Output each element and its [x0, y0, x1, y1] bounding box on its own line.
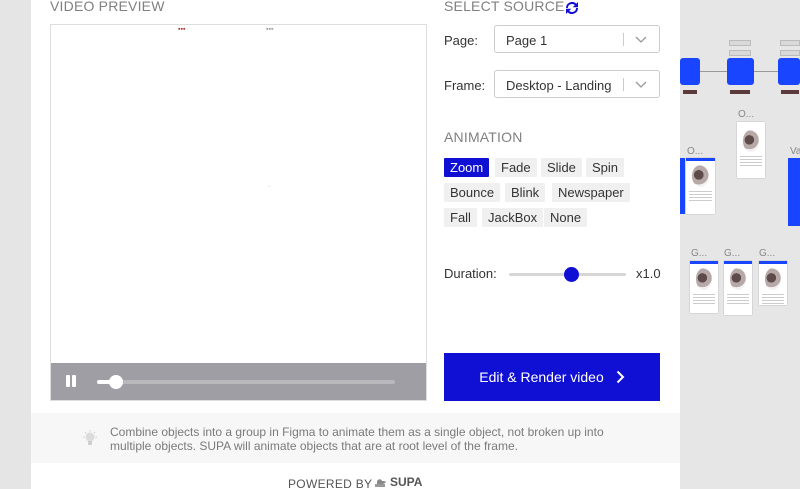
canvas-node-label	[683, 90, 697, 94]
frame-select-value: Desktop - Landing	[506, 78, 612, 93]
video-preview: ▪▪▪ ▪▪▪ ·	[50, 24, 427, 401]
canvas-chip	[729, 50, 751, 56]
canvas-chip	[780, 40, 800, 46]
frame-label: Frame:	[444, 78, 486, 93]
animation-option-slide[interactable]: Slide	[541, 158, 582, 177]
animation-option-zoom[interactable]: Zoom	[444, 158, 490, 177]
duration-label: Duration:	[444, 266, 497, 281]
preview-content-fragment: ▪▪▪	[178, 26, 186, 33]
figma-canvas-right: O... O... Va G... G... G...	[680, 0, 800, 489]
chevron-right-icon	[616, 370, 625, 384]
canvas-frame-thumb[interactable]	[737, 122, 765, 178]
canvas-connector	[754, 71, 778, 72]
canvas-node	[778, 58, 800, 85]
animation-title: ANIMATION	[444, 129, 523, 145]
canvas-frame-label: G...	[691, 248, 708, 259]
supa-brand: SUPA	[390, 475, 423, 489]
canvas-chip	[780, 50, 800, 56]
canvas-frame-label: Va	[790, 146, 800, 157]
chevron-down-icon	[635, 81, 647, 88]
page-select-value: Page 1	[506, 33, 548, 48]
animation-option-jackbox[interactable]: JackBox	[482, 208, 544, 227]
duration-value: x1.0	[636, 266, 661, 281]
frame-select[interactable]: Desktop - Landing	[494, 70, 660, 98]
playback-progress-track[interactable]	[97, 375, 395, 389]
canvas-frame-label: O...	[687, 146, 704, 157]
powered-by-text: POWERED BY	[288, 477, 373, 489]
canvas-node	[727, 58, 754, 85]
tip-text: Combine objects into a group in Figma to…	[110, 425, 604, 453]
canvas-frame-label: O...	[738, 109, 755, 120]
preview-content-fragment: ·	[268, 183, 271, 190]
refresh-icon[interactable]	[563, 0, 581, 17]
canvas-node-label	[730, 90, 750, 94]
animation-option-fade[interactable]: Fade	[495, 158, 537, 177]
canvas-frame-thumb[interactable]	[759, 261, 787, 305]
canvas-connector	[700, 71, 727, 72]
player-controls	[51, 363, 426, 400]
playback-scrubber-knob[interactable]	[108, 375, 123, 389]
tip-area: Combine objects into a group in Figma to…	[31, 413, 680, 463]
canvas-frame-thumb[interactable]	[724, 261, 752, 315]
canvas-blue-strip	[788, 158, 800, 226]
supa-duck-icon	[375, 479, 386, 487]
edit-render-video-button[interactable]: Edit & Render video	[444, 353, 660, 401]
canvas-frame-label: G...	[759, 248, 776, 259]
duration-slider[interactable]	[509, 267, 626, 282]
animation-option-fall[interactable]: Fall	[444, 208, 477, 227]
canvas-blue-strip	[680, 158, 685, 214]
page-select[interactable]: Page 1	[494, 25, 660, 53]
animation-option-newspaper[interactable]: Newspaper	[552, 183, 630, 202]
animation-option-bounce[interactable]: Bounce	[444, 183, 501, 202]
edit-render-video-label: Edit & Render video	[479, 369, 604, 385]
chevron-down-icon	[635, 36, 647, 43]
canvas-frame-thumb[interactable]	[690, 261, 718, 313]
select-separator	[623, 33, 624, 46]
canvas-frame-thumb[interactable]	[686, 158, 715, 214]
page-label: Page:	[444, 33, 478, 48]
duration-slider-knob[interactable]	[564, 267, 579, 282]
canvas-chip	[729, 40, 751, 46]
select-source-title: SELECT SOURCE	[444, 0, 565, 14]
lightbulb-icon	[83, 430, 97, 445]
animation-option-blink[interactable]: Blink	[505, 183, 546, 202]
canvas-node	[680, 58, 700, 85]
select-separator	[623, 78, 624, 91]
preview-content-fragment: ▪▪▪	[266, 26, 274, 33]
canvas-node-label	[781, 90, 799, 94]
pause-icon[interactable]	[65, 375, 77, 387]
supa-plugin-panel: VIDEO PREVIEW ▪▪▪ ▪▪▪ · SELECT SOURCE Pa…	[31, 0, 680, 489]
animation-option-spin[interactable]: Spin	[586, 158, 625, 177]
canvas-frame-label: G...	[724, 248, 741, 259]
supa-logo[interactable]: SUPA	[374, 475, 422, 489]
animation-option-none[interactable]: None	[544, 208, 588, 227]
video-preview-title: VIDEO PREVIEW	[50, 0, 165, 14]
